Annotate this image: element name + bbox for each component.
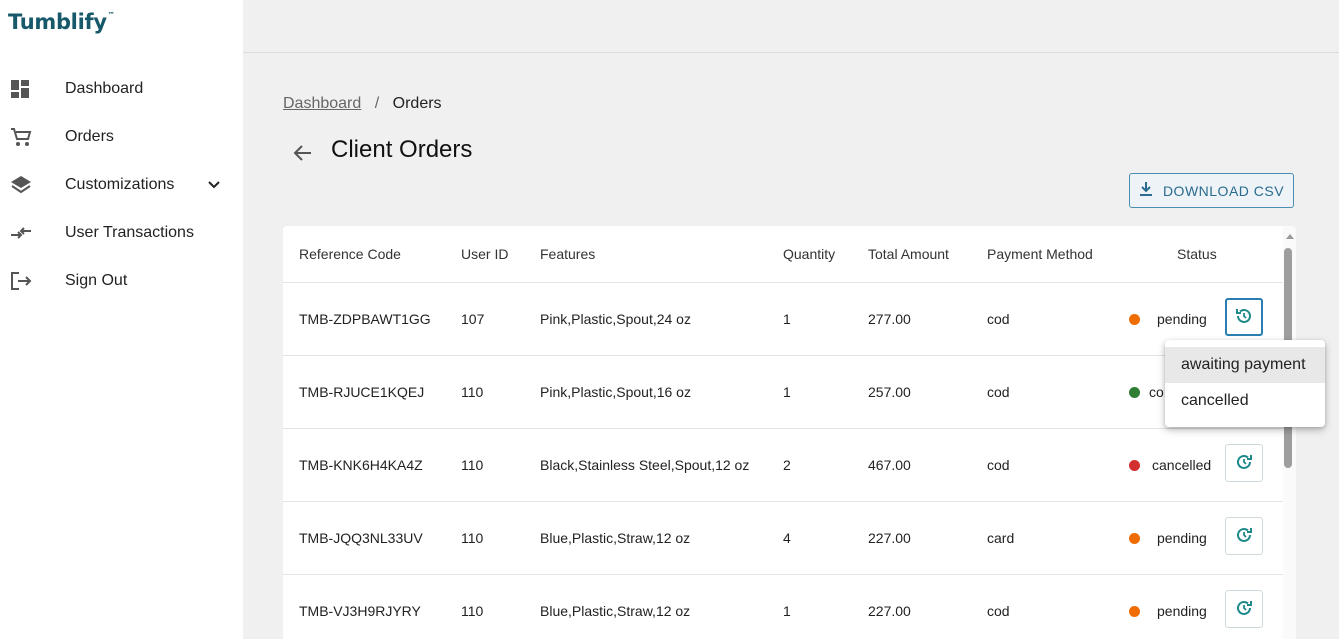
total-amount-cell: 277.00 [868,311,911,327]
payment-method-cell: cod [987,311,1010,327]
reference-code-cell: TMB-RJUCE1KQEJ [299,384,425,400]
status-text: pending [1157,311,1207,327]
quantity-cell: 4 [783,530,791,546]
features-cell: Blue,Plastic,Straw,12 oz [540,603,691,619]
update-icon [1234,598,1254,621]
sidebar-item-sign-out[interactable]: Sign Out [0,261,243,301]
user-id-cell: 110 [461,603,484,619]
download-csv-label: DOWNLOAD CSV [1162,182,1285,199]
sidebar-item-user-transactions[interactable]: User Transactions [0,213,243,253]
breadcrumb-link-dashboard[interactable]: Dashboard [283,95,361,112]
status-dot [1129,460,1140,471]
sidebar-item-dashboard[interactable]: Dashboard [0,69,243,109]
table-header: Reference Code User ID Features Quantity… [283,226,1283,283]
change-status-button[interactable] [1225,298,1263,336]
app-logo[interactable]: Tumblify™ [8,10,115,34]
breadcrumb: Dashboard / Orders [283,95,442,113]
column-header[interactable]: Features [540,246,595,262]
status-text: co [1149,384,1164,400]
restore-icon [1234,306,1254,329]
total-amount-cell: 227.00 [868,603,911,619]
status-text: cancelled [1152,457,1212,473]
reference-code-cell: TMB-VJ3H9RJYRY [299,603,421,619]
sidebar-item-label: Orders [65,128,114,145]
download-csv-button[interactable]: DOWNLOAD CSV [1129,173,1294,208]
change-status-button[interactable] [1225,444,1263,482]
breadcrumb-separator: / [374,95,380,112]
sign-out-icon [10,271,32,291]
features-cell: Black,Stainless Steel,Spout,12 oz [540,457,750,473]
user-id-cell: 110 [461,457,484,473]
status-text: pending [1157,603,1207,619]
user-id-cell: 110 [461,384,484,400]
page-title: Client Orders [331,136,473,163]
chevron-down-icon[interactable] [206,177,222,198]
quantity-cell: 1 [783,311,791,327]
table-scrollbar[interactable] [1283,226,1296,639]
user-id-cell: 110 [461,530,484,546]
reference-code-cell: TMB-KNK6H4KA4Z [299,457,423,473]
back-arrow-icon[interactable] [291,142,315,164]
table-row: TMB-KNK6H4KA4Z 110 Black,Stainless Steel… [283,429,1283,502]
top-bar [243,0,1339,53]
table-row: TMB-JQQ3NL33UV 110 Blue,Plastic,Straw,12… [283,502,1283,575]
layers-icon [10,175,32,195]
status-dot [1129,533,1140,544]
column-header[interactable]: Total Amount [868,246,949,262]
payment-method-cell: cod [987,457,1010,473]
total-amount-cell: 467.00 [868,457,911,473]
status-dot [1129,314,1140,325]
quantity-cell: 2 [783,457,791,473]
payment-method-cell: cod [987,384,1010,400]
status-text: pending [1157,530,1207,546]
breadcrumb-current: Orders [392,95,442,112]
update-icon [1234,452,1254,475]
table-row: TMB-RJUCE1KQEJ 110 Pink,Plastic,Spout,16… [283,356,1283,429]
sidebar-item-label: Dashboard [65,80,144,97]
reference-code-cell: TMB-JQQ3NL33UV [299,530,423,546]
reference-code-cell: TMB-ZDPBAWT1GG [299,311,431,327]
cart-icon [10,127,32,147]
sidebar-item-label: User Transactions [65,224,194,241]
status-dot [1129,606,1140,617]
total-amount-cell: 227.00 [868,530,911,546]
features-cell: Blue,Plastic,Straw,12 oz [540,530,691,546]
orders-table: Reference Code User ID Features Quantity… [283,226,1296,639]
transactions-icon [10,223,32,243]
sidebar-item-label: Customizations [65,176,175,193]
menu-item-awaiting-payment[interactable]: awaiting payment [1165,347,1325,383]
status-dot [1129,387,1140,398]
quantity-cell: 1 [783,384,791,400]
features-cell: Pink,Plastic,Spout,16 oz [540,384,691,400]
sidebar-item-orders[interactable]: Orders [0,117,243,157]
change-status-button[interactable] [1225,590,1263,628]
column-header[interactable]: Status [1177,246,1217,262]
column-header[interactable]: Reference Code [299,246,401,262]
table-row: TMB-ZDPBAWT1GG 107 Pink,Plastic,Spout,24… [283,283,1283,356]
scroll-up-arrow-icon[interactable] [1286,234,1294,239]
features-cell: Pink,Plastic,Spout,24 oz [540,311,691,327]
quantity-cell: 1 [783,603,791,619]
sidebar-item-label: Sign Out [65,272,128,289]
menu-item-cancelled[interactable]: cancelled [1165,383,1325,419]
update-icon [1234,525,1254,548]
column-header[interactable]: User ID [461,246,508,262]
status-dropdown-menu: awaiting payment cancelled [1165,340,1325,427]
dashboard-icon [10,79,32,99]
download-icon [1139,181,1153,200]
sidebar: Tumblify™ Dashboard Orders Customization… [0,0,243,639]
payment-method-cell: cod [987,603,1010,619]
table-row: TMB-VJ3H9RJYRY 110 Blue,Plastic,Straw,12… [283,575,1283,639]
column-header[interactable]: Quantity [783,246,835,262]
change-status-button[interactable] [1225,517,1263,555]
payment-method-cell: card [987,530,1015,546]
sidebar-item-customizations[interactable]: Customizations [0,165,243,205]
total-amount-cell: 257.00 [868,384,911,400]
user-id-cell: 107 [461,311,485,327]
column-header[interactable]: Payment Method [987,246,1093,262]
